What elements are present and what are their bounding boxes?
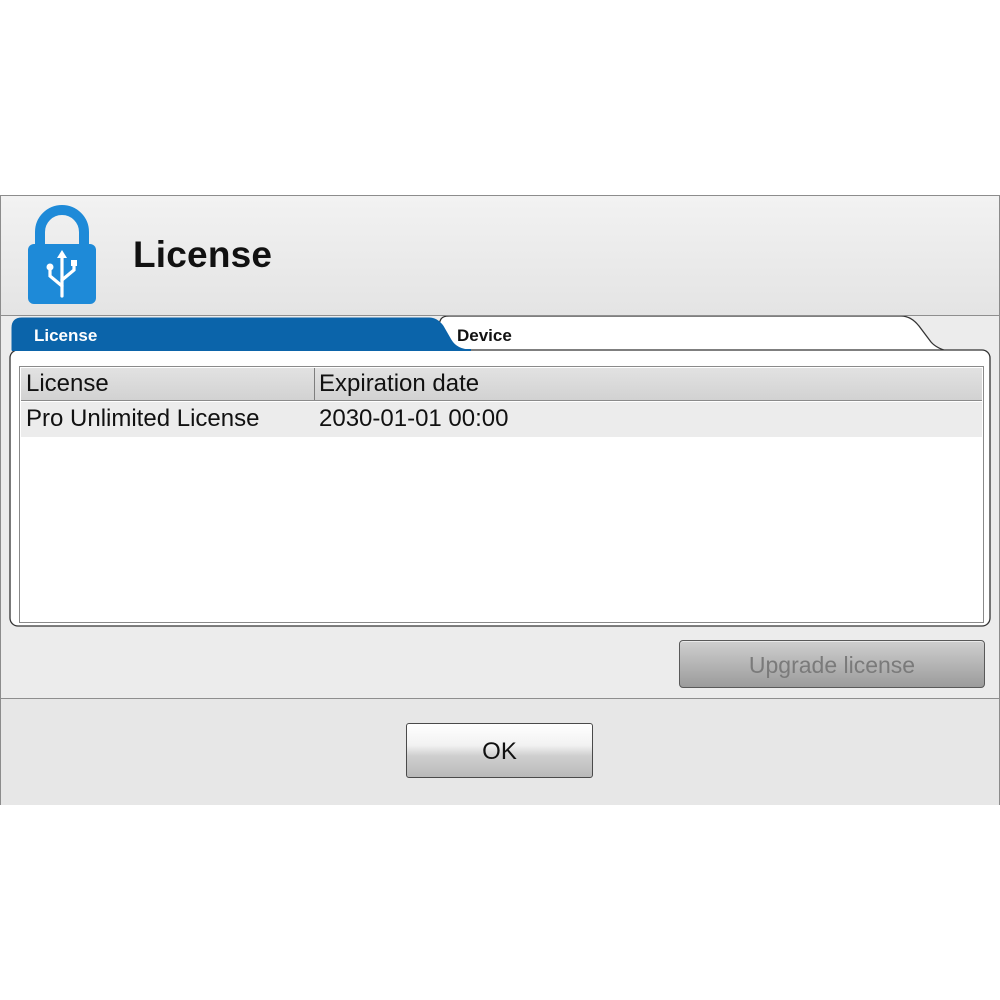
table-header: License Expiration date [21,368,982,401]
cell-license: Pro Unlimited License [26,405,260,432]
dialog-title: License [133,234,273,275]
tab-license[interactable]: License [34,326,97,346]
column-header-expiration[interactable]: Expiration date [319,370,479,398]
license-dialog: License License Device License Expiratio… [0,195,1000,805]
ok-button[interactable]: OK [406,723,593,778]
cell-expiration: 2030-01-01 00:00 [319,405,509,432]
dialog-footer: OK [1,698,999,805]
license-table: License Expiration date Pro Unlimited Li… [19,366,984,623]
table-row[interactable]: Pro Unlimited License 2030-01-01 00:00 [21,402,982,437]
upgrade-license-button[interactable]: Upgrade license [679,640,985,688]
column-header-license[interactable]: License [26,370,109,398]
tab-device[interactable]: Device [457,326,512,346]
column-divider[interactable] [314,368,315,400]
usb-lock-icon [28,205,96,304]
dialog-header: License [1,196,999,316]
